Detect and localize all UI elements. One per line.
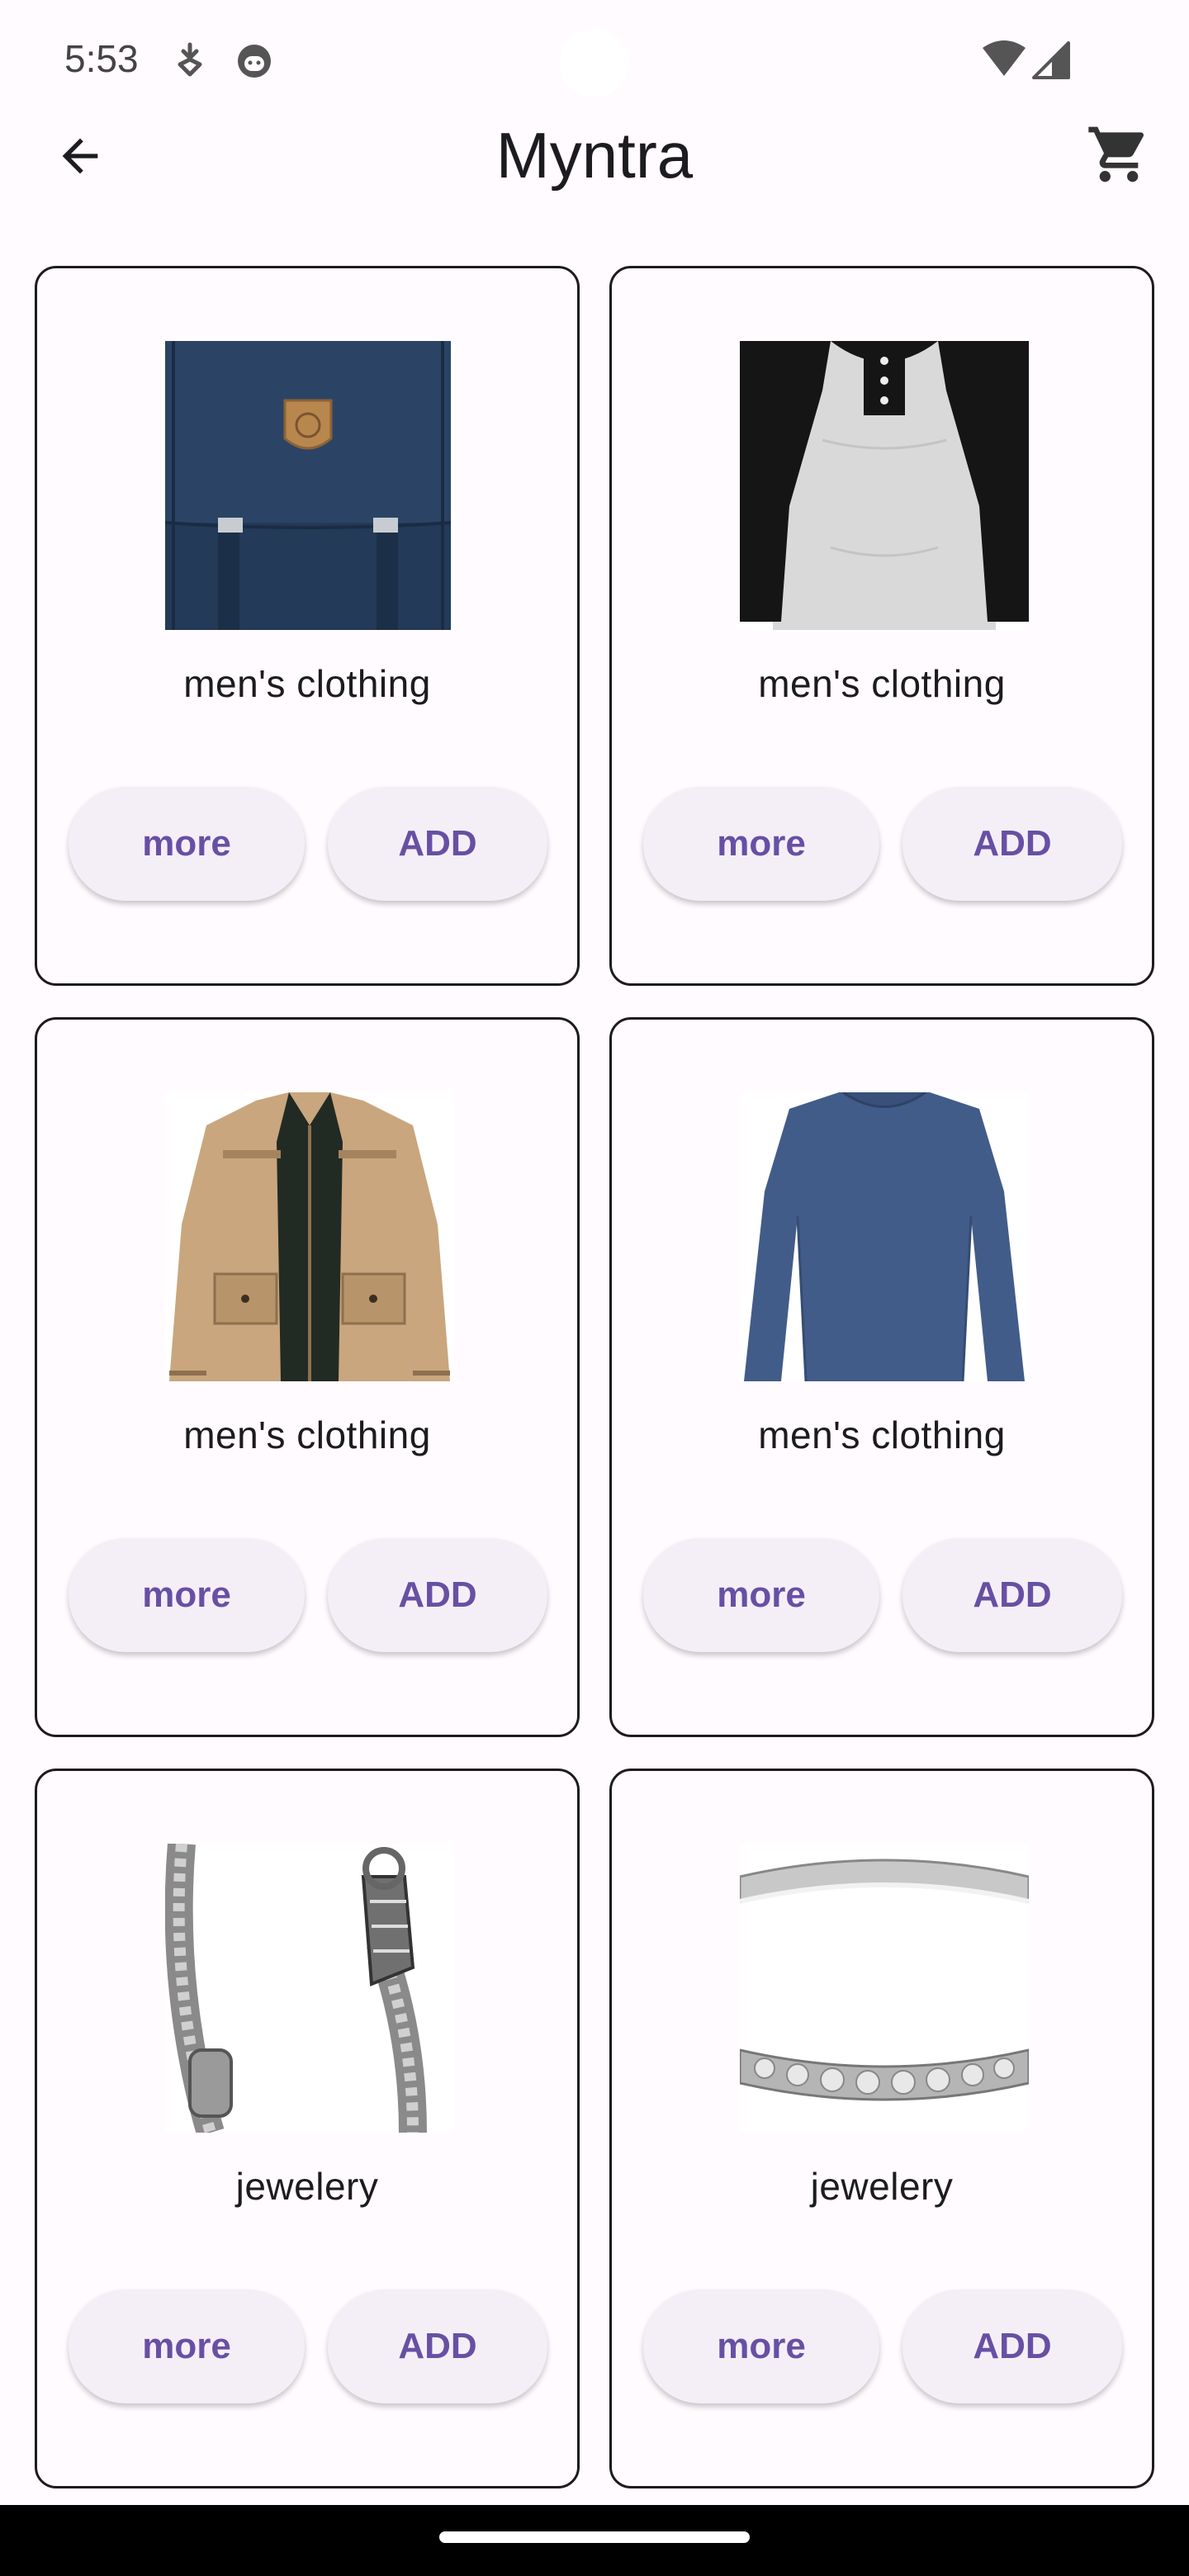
system-nav-bar xyxy=(0,2505,1189,2576)
home-indicator[interactable] xyxy=(439,2531,750,2543)
face-icon xyxy=(238,45,271,78)
product-card[interactable]: men's clothing more ADD xyxy=(609,266,1154,986)
download-icon xyxy=(178,42,202,77)
shopping-cart-icon xyxy=(1088,126,1144,182)
product-category: men's clothing xyxy=(183,662,431,705)
app-bar: Myntra xyxy=(0,107,1189,198)
product-image-jacket[interactable] xyxy=(165,1092,454,1381)
page-title: Myntra xyxy=(495,119,694,192)
add-button[interactable]: ADD xyxy=(328,1538,547,1652)
status-bar: 5:53 xyxy=(0,0,1189,116)
more-button[interactable]: more xyxy=(643,787,879,901)
more-button[interactable]: more xyxy=(69,1538,305,1652)
add-button[interactable]: ADD xyxy=(328,2290,547,2403)
product-image-diamond-ring[interactable] xyxy=(740,1844,1029,2133)
product-card[interactable]: jewelery more ADD xyxy=(35,1769,580,2488)
more-button[interactable]: more xyxy=(69,787,305,901)
product-image-raglan-tshirt[interactable] xyxy=(740,341,1029,630)
product-image-long-sleeve-shirt[interactable] xyxy=(740,1092,1029,1381)
product-card[interactable]: men's clothing more ADD xyxy=(609,1017,1154,1737)
add-button[interactable]: ADD xyxy=(902,787,1122,901)
product-card[interactable]: men's clothing more ADD xyxy=(35,1017,580,1737)
camera-cutout xyxy=(560,28,629,97)
more-button[interactable]: more xyxy=(69,2290,305,2403)
product-image-backpack[interactable] xyxy=(165,341,454,630)
product-grid: men's clothing more ADD men's clothing m… xyxy=(35,266,1154,2488)
product-category: men's clothing xyxy=(758,1413,1006,1456)
signal-icon xyxy=(1032,41,1070,79)
status-time: 5:53 xyxy=(64,37,139,80)
wifi-icon xyxy=(983,40,1026,76)
add-button[interactable]: ADD xyxy=(902,1538,1122,1652)
product-category: jewelery xyxy=(810,2165,954,2208)
product-card[interactable]: jewelery more ADD xyxy=(609,1769,1154,2488)
product-category: jewelery xyxy=(235,2165,379,2208)
more-button[interactable]: more xyxy=(643,2290,879,2403)
product-image-chain-bracelet[interactable] xyxy=(165,1844,454,2133)
add-button[interactable]: ADD xyxy=(328,787,547,901)
cart-button[interactable] xyxy=(1082,117,1156,192)
product-card[interactable]: men's clothing more ADD xyxy=(35,266,580,986)
product-category: men's clothing xyxy=(758,662,1006,705)
add-button[interactable]: ADD xyxy=(902,2290,1122,2403)
product-category: men's clothing xyxy=(183,1413,431,1456)
more-button[interactable]: more xyxy=(643,1538,879,1652)
